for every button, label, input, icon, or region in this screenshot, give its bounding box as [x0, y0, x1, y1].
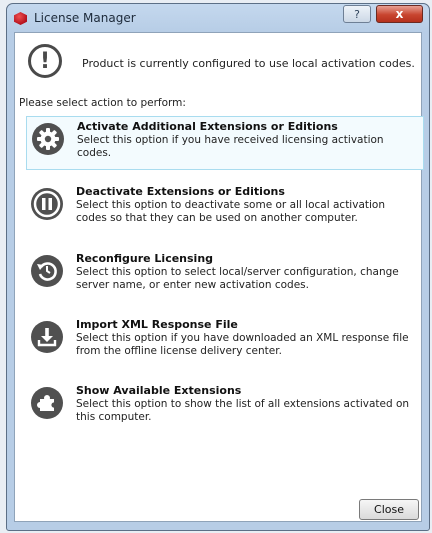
action-prompt: Please select action to perform:: [19, 97, 186, 109]
option-show-extensions[interactable]: Show Available Extensions Select this op…: [26, 381, 424, 435]
option-title: Reconfigure Licensing: [76, 252, 214, 265]
gear-icon: [32, 123, 64, 155]
reconfigure-icon: [31, 255, 63, 287]
window-close-button[interactable]: x: [376, 5, 423, 23]
help-button[interactable]: ?: [343, 5, 371, 23]
option-title: Deactivate Extensions or Editions: [76, 185, 285, 198]
title-bar[interactable]: License Manager ? x: [7, 4, 429, 32]
option-title: Activate Additional Extensions or Editio…: [77, 120, 338, 133]
option-description: Select this option to show the list of a…: [76, 398, 410, 423]
dialog-content: ! Product is currently configured to use…: [14, 32, 424, 522]
option-reconfigure-licensing[interactable]: Reconfigure Licensing Select this option…: [26, 249, 424, 303]
close-button[interactable]: Close: [359, 499, 419, 520]
app-logo-icon: [14, 12, 27, 25]
exclamation-icon: !: [28, 44, 62, 78]
pause-icon: [31, 188, 63, 220]
import-icon: [31, 321, 63, 353]
option-title: Import XML Response File: [76, 318, 238, 331]
option-import-xml[interactable]: Import XML Response File Select this opt…: [26, 315, 424, 369]
option-title: Show Available Extensions: [76, 384, 242, 397]
license-manager-window: License Manager ? x ! Product is current…: [6, 3, 430, 531]
option-description: Select this option to deactivate some or…: [76, 199, 385, 224]
puzzle-icon: [31, 387, 63, 419]
window-title: License Manager: [34, 11, 136, 25]
option-activate-extensions[interactable]: Activate Additional Extensions or Editio…: [26, 116, 424, 170]
option-description: Select this option to select local/serve…: [76, 266, 399, 291]
status-message: Product is currently configured to use l…: [82, 57, 415, 70]
option-description: Select this option if you have received …: [77, 134, 384, 159]
option-description: Select this option if you have downloade…: [76, 332, 409, 357]
option-deactivate-extensions[interactable]: Deactivate Extensions or Editions Select…: [26, 182, 424, 236]
